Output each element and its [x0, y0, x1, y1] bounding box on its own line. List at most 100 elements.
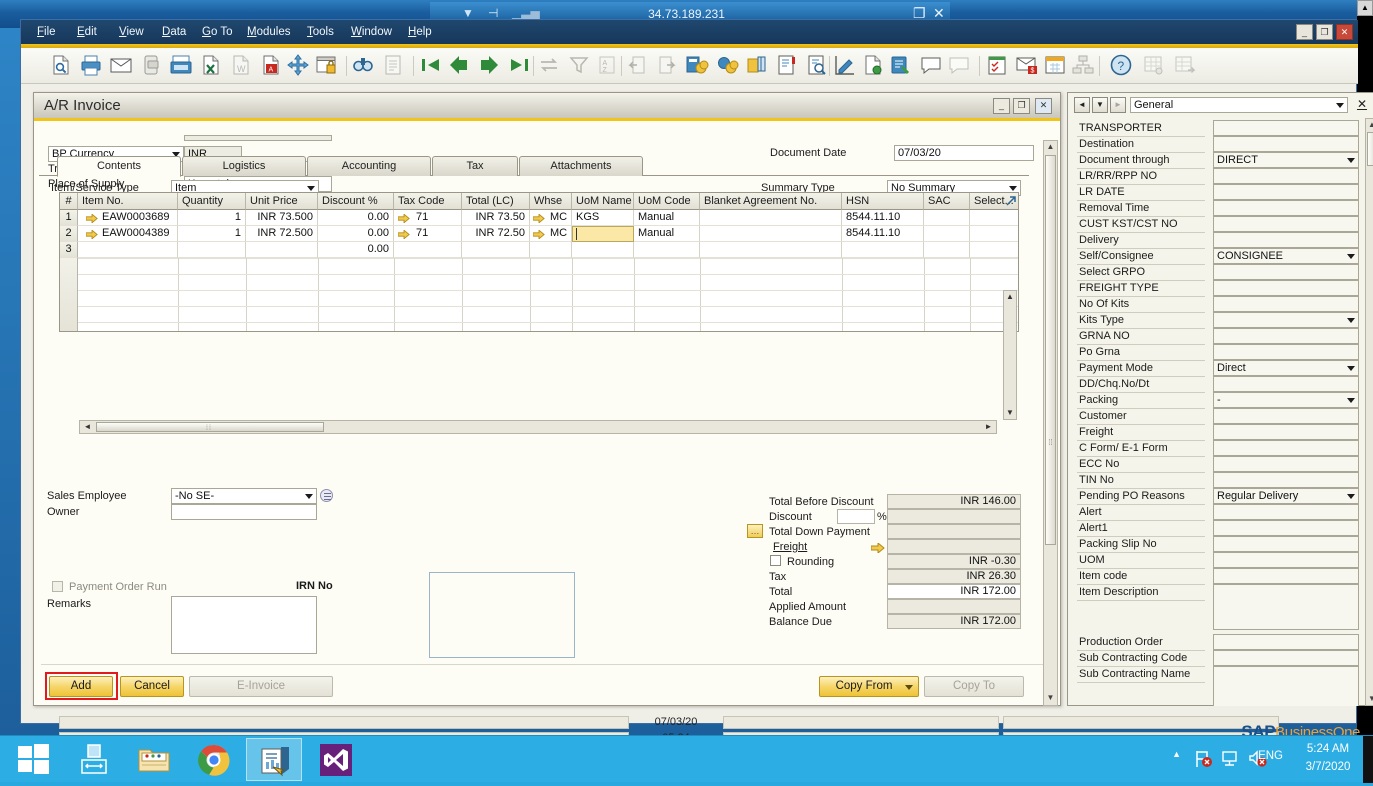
lock-screen-icon[interactable]	[314, 53, 338, 79]
udf-field-removal-time[interactable]	[1213, 200, 1359, 216]
table-cell-blanket[interactable]	[700, 242, 842, 258]
next-record-icon[interactable]	[477, 53, 501, 79]
grid-header-num[interactable]: #	[60, 193, 78, 210]
document-list-icon[interactable]	[381, 53, 405, 79]
grid-scroll-left-button[interactable]: ◄	[80, 421, 95, 433]
udf-field-customer[interactable]	[1213, 408, 1359, 424]
udf-field-alert[interactable]	[1213, 504, 1359, 520]
tab-tax[interactable]: Tax	[432, 156, 518, 176]
line-items-grid[interactable]: # Item No. Quantity Unit Price Discount …	[59, 192, 1019, 332]
udf-field-sub-contracting-code[interactable]	[1213, 650, 1359, 666]
table-cell-select[interactable]	[970, 210, 1018, 226]
sales-employee-select[interactable]: -No SE-	[171, 488, 317, 504]
tools-icon[interactable]	[889, 53, 913, 79]
table-cell-quantity[interactable]: 1	[178, 226, 246, 242]
table-cell-uom-name[interactable]: KGS	[572, 210, 634, 226]
menu-tools[interactable]: Tools	[299, 20, 342, 44]
udf-scroll-down-button[interactable]: ▼	[1366, 693, 1373, 705]
doc-restore-button[interactable]: ❐	[1013, 98, 1030, 114]
tab-contents[interactable]: Contents	[57, 156, 181, 177]
rdp-minimize-button[interactable]: _	[886, 6, 894, 20]
table-cell-hsn[interactable]: 8544.11.10	[842, 226, 924, 242]
udf-field-uom[interactable]	[1213, 552, 1359, 568]
table-cell-sac[interactable]	[924, 242, 970, 258]
udf-field-packing[interactable]: -	[1213, 392, 1359, 408]
send-message-icon[interactable]	[947, 53, 971, 79]
irn-no-box[interactable]	[429, 572, 575, 658]
journal-entry-icon[interactable]	[775, 53, 799, 79]
query-manager-icon[interactable]	[805, 53, 829, 79]
copy-from-button[interactable]: Copy From	[819, 676, 919, 697]
taskbar-file-explorer[interactable]	[126, 738, 182, 781]
table-cell-unit-price[interactable]	[246, 242, 318, 258]
doc-close-button[interactable]: ✕	[1035, 98, 1052, 114]
udf-field-lr-rr-rpp-no[interactable]	[1213, 168, 1359, 184]
udf-field-delivery[interactable]	[1213, 232, 1359, 248]
taskbar-sap-business-one[interactable]	[246, 738, 302, 781]
menu-window[interactable]: Window	[343, 20, 400, 44]
udf-field-sub-contracting-name[interactable]	[1213, 666, 1359, 706]
show-desktop-button[interactable]	[1363, 736, 1373, 783]
grid-header-quantity[interactable]: Quantity	[178, 193, 246, 210]
print-icon[interactable]	[79, 53, 103, 79]
udf-category-select[interactable]: General	[1130, 97, 1348, 113]
sap-minimize-button[interactable]: _	[1296, 24, 1313, 40]
grid-header-hsn[interactable]: HSN	[842, 193, 924, 210]
table-cell-discount[interactable]: 0.00	[318, 210, 394, 226]
cancel-button[interactable]: Cancel	[120, 676, 184, 697]
table-cell-tax-code[interactable]	[394, 242, 462, 258]
tab-attachments[interactable]: Attachments	[519, 156, 643, 176]
document-vertical-scrollbar[interactable]: ▲ ▼	[1043, 140, 1058, 706]
previous-record-icon[interactable]	[447, 53, 471, 79]
rounding-checkbox[interactable]	[770, 555, 781, 566]
grid-header-sac[interactable]: SAC	[924, 193, 970, 210]
udf-field-production-order[interactable]	[1213, 634, 1359, 650]
total-down-payment-browse-button[interactable]: …	[747, 524, 763, 538]
udf-field-c-form-e-1-form[interactable]	[1213, 440, 1359, 456]
udf-field-po-grna[interactable]	[1213, 344, 1359, 360]
copy-to-icon[interactable]	[655, 53, 679, 79]
email-icon[interactable]	[109, 53, 133, 79]
sales-employee-detail-icon[interactable]	[320, 489, 333, 502]
grid-scroll-down-button[interactable]: ▼	[1004, 407, 1016, 419]
udf-field-destination[interactable]	[1213, 136, 1359, 152]
udf-dropdown-button[interactable]: ▼	[1092, 97, 1108, 113]
udf-field-pending-po-reasons[interactable]: Regular Delivery	[1213, 488, 1359, 504]
tab-logistics[interactable]: Logistics	[182, 156, 306, 176]
copy-from-icon[interactable]	[625, 53, 649, 79]
refresh-icon[interactable]	[537, 53, 561, 79]
show-hidden-icons-button[interactable]: ▲	[1172, 749, 1181, 759]
grid-header-uom-name[interactable]: UoM Name	[572, 193, 634, 210]
menu-edit[interactable]: Edit	[69, 20, 105, 44]
grid-header-tax-code[interactable]: Tax Code	[394, 193, 462, 210]
freight-label[interactable]: Freight	[773, 541, 807, 553]
udf-scroll-thumb[interactable]	[1367, 132, 1373, 166]
udf-field-alert1[interactable]	[1213, 520, 1359, 536]
first-record-icon[interactable]	[419, 53, 443, 79]
udf-field-freight[interactable]	[1213, 424, 1359, 440]
link-arrow-icon[interactable]	[398, 230, 410, 239]
fax-icon[interactable]	[169, 53, 193, 79]
grid-hscroll-thumb[interactable]: ⁞⁞	[96, 422, 324, 432]
flag-alert-icon[interactable]	[1194, 749, 1213, 771]
calendar-tasks-icon[interactable]	[985, 53, 1009, 79]
table-cell-blanket[interactable]	[700, 226, 842, 242]
grid-header-unit-price[interactable]: Unit Price	[246, 193, 318, 210]
help-icon[interactable]: ?	[1109, 53, 1133, 79]
udf-field-ecc-no[interactable]	[1213, 456, 1359, 472]
sort-icon[interactable]: AZ	[595, 53, 619, 79]
sap-restore-button[interactable]: ❐	[1316, 24, 1333, 40]
messages-icon[interactable]	[919, 53, 943, 79]
grid-horizontal-scrollbar[interactable]: ◄ ► ⁞⁞	[79, 420, 997, 434]
table-row-number[interactable]: 3	[60, 242, 78, 258]
grid-scroll-right-button[interactable]: ►	[981, 421, 996, 433]
rdp-scroll-up-button[interactable]: ▲	[1357, 0, 1373, 16]
table-row-number[interactable]: 1	[60, 210, 78, 226]
print-preview-icon[interactable]	[49, 53, 73, 79]
udf-field-lr-date[interactable]	[1213, 184, 1359, 200]
table-cell-sac[interactable]	[924, 226, 970, 242]
table-cell-select[interactable]	[970, 242, 1018, 258]
taskbar-visual-studio[interactable]	[308, 738, 364, 781]
copy-to-button[interactable]: Copy To	[924, 676, 1024, 697]
udf-field-no-of-kits[interactable]	[1213, 296, 1359, 312]
